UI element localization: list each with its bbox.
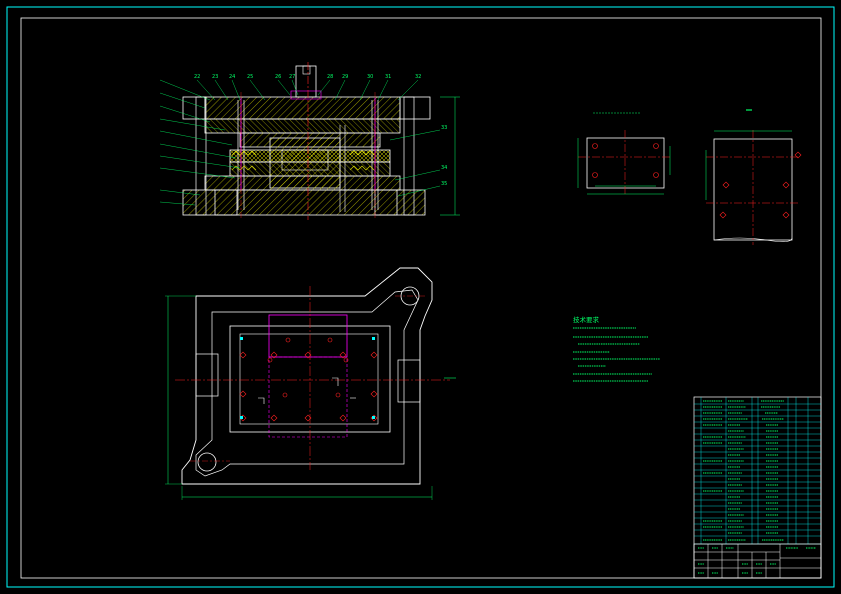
plan-view xyxy=(165,267,456,500)
balloon-25: 25 xyxy=(247,74,253,80)
part-view-plate xyxy=(577,112,672,196)
balloon-35: 35 xyxy=(441,181,447,187)
balloon-32: 32 xyxy=(415,74,421,80)
balloon-30: 30 xyxy=(367,74,373,80)
technical-requirements: 技术要求 xyxy=(573,315,660,382)
balloon-33: 33 xyxy=(441,125,447,131)
balloon-27: 27 xyxy=(289,74,295,80)
parts-list xyxy=(693,396,822,579)
balloon-22: 22 xyxy=(194,74,200,80)
balloon-23: 23 xyxy=(212,74,218,80)
balloon-24: 24 xyxy=(229,74,235,80)
balloon-34: 34 xyxy=(441,165,447,171)
balloon-29: 29 xyxy=(342,74,348,80)
cad-drawing: 22 23 24 25 26 27 28 29 30 31 32 33 34 3… xyxy=(6,6,835,588)
balloon-28: 28 xyxy=(327,74,333,80)
section-view: 22 23 24 25 26 27 28 29 30 31 32 33 34 3… xyxy=(159,62,460,220)
balloon-26: 26 xyxy=(275,74,281,80)
notes-title: 技术要求 xyxy=(573,315,600,324)
balloon-31: 31 xyxy=(385,74,391,80)
title-block xyxy=(693,543,822,579)
part-view-block xyxy=(705,109,802,245)
